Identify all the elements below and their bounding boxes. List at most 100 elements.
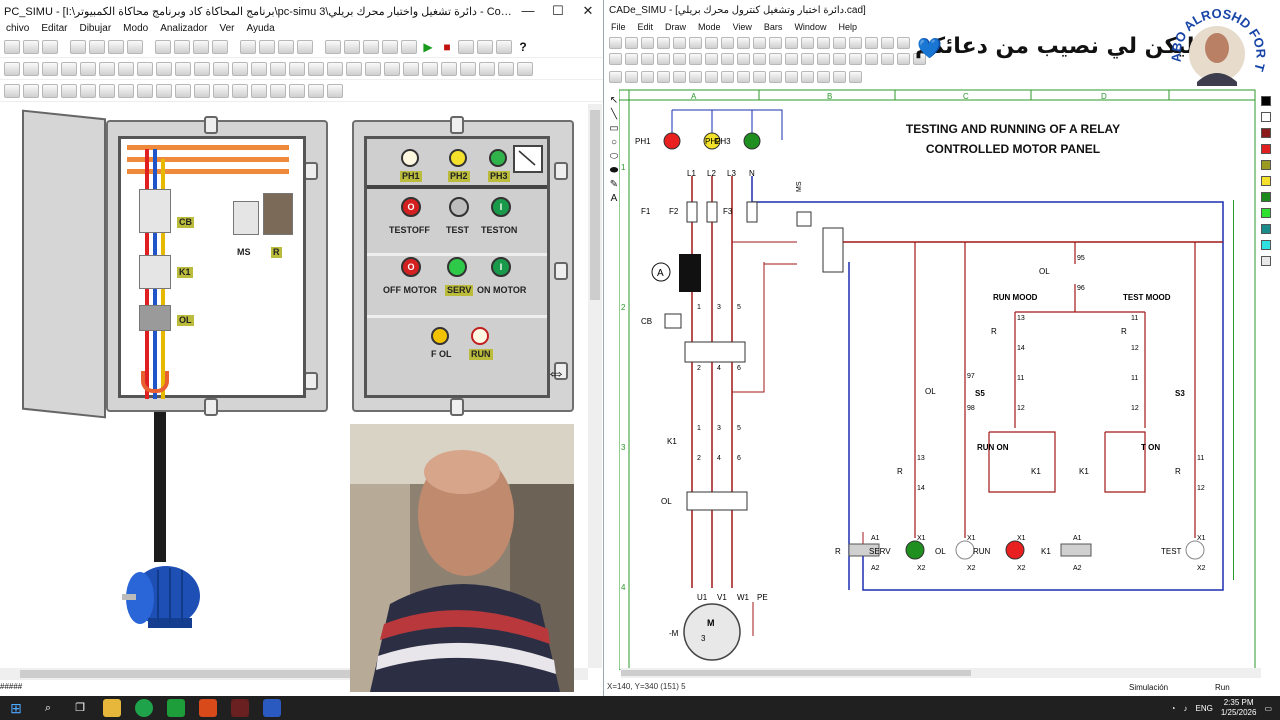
palette-swatch[interactable] [1261,224,1271,234]
minimize-button[interactable]: — [513,0,543,22]
simu-app-icon[interactable] [263,699,281,717]
off-motor-label: OFF MOTOR [383,285,437,295]
menu-draw[interactable]: Draw [659,20,692,34]
chrome-icon[interactable] [135,699,153,717]
file-explorer-icon[interactable] [103,699,121,717]
menu-file[interactable]: File [605,20,632,34]
menu-archivo[interactable]: chivo [0,22,35,36]
network-icon[interactable]: ◔ [1171,704,1176,713]
start-windows-icon[interactable]: ⊞ [7,699,25,717]
menu-dibujar[interactable]: Dibujar [73,22,117,36]
presenter-webcam [350,424,574,692]
palette-swatch[interactable] [1261,112,1271,122]
relay-r[interactable] [263,193,293,235]
left-titlebar[interactable]: PC_SIMU - [I:\برنامج المحاكاة كاد وبرنام… [0,0,603,22]
svg-text:A1: A1 [871,535,880,542]
link-icon[interactable] [401,39,417,54]
rotate-icon[interactable] [193,39,209,54]
shape-icon[interactable] [325,39,341,54]
testoff-button[interactable]: O [401,197,421,217]
test-selector[interactable] [449,197,469,217]
left-vertical-scrollbar[interactable] [588,104,602,668]
svg-text:F1: F1 [641,207,651,216]
save-icon[interactable] [42,39,58,54]
svg-text:RUN: RUN [973,547,991,556]
task-view-icon[interactable]: ❐ [71,699,89,717]
volume-icon[interactable]: ♪ [1184,704,1188,713]
palette-swatch[interactable] [1261,240,1271,250]
palette-swatch[interactable] [1261,208,1271,218]
motor-icon[interactable] [118,560,210,632]
right-horizontal-scrollbar[interactable] [621,668,1261,678]
svg-text:R: R [1121,327,1127,336]
svg-text:K1: K1 [1041,547,1051,556]
cabinet-lock-icon [450,398,464,416]
play-icon[interactable]: ▶ [420,40,436,54]
search-icon[interactable]: ⌕ [39,699,57,717]
help-icon[interactable]: ? [515,40,531,54]
grid-icon[interactable] [240,39,256,54]
svg-text:12: 12 [1131,345,1139,352]
menu-ver[interactable]: Ver [213,22,240,36]
menu-ayuda[interactable]: Ayuda [240,22,280,36]
menu-window[interactable]: Window [788,20,832,34]
new-file-icon[interactable] [4,39,20,54]
palette-swatch[interactable] [1261,96,1271,106]
camtasia-green-icon[interactable] [167,699,185,717]
language-indicator[interactable]: ENG [1196,704,1213,713]
overload-relay[interactable] [139,305,171,331]
svg-text:6: 6 [737,455,741,462]
paste-icon[interactable] [108,39,124,54]
palette-swatch[interactable] [1261,128,1271,138]
off-motor-button[interactable]: O [401,257,421,277]
menu-view[interactable]: View [727,20,758,34]
chart-icon[interactable] [477,39,493,54]
menu-edit[interactable]: Edit [632,20,660,34]
mirror-icon[interactable] [212,39,228,54]
schematic-diagram[interactable]: A B C D 1 2 3 4 TESTING AND RUNNING OF A… [619,88,1259,670]
pencil-icon[interactable] [278,39,294,54]
menu-bars[interactable]: Bars [758,20,789,34]
copy-icon[interactable] [89,39,105,54]
menu-help[interactable]: Help [832,20,863,34]
recorder-icon[interactable] [231,699,249,717]
shape4-icon[interactable] [382,39,398,54]
stop-icon[interactable]: ■ [439,40,455,54]
cade-simu-window: CADe_SIMU - [دائرة اختبار وتشغيل كنترول … [605,0,1280,696]
camtasia-orange-icon[interactable] [199,699,217,717]
close-button[interactable]: ✕ [573,0,603,22]
menu-editar[interactable]: Editar [35,22,73,36]
menu-analizador[interactable]: Analizador [154,22,213,36]
svg-text:3: 3 [717,425,721,432]
delete-icon[interactable] [127,39,143,54]
redo-icon[interactable] [174,39,190,54]
notification-icon[interactable]: ▭ [1264,704,1272,713]
shape3-icon[interactable] [363,39,379,54]
palette-swatch[interactable] [1261,144,1271,154]
flow-icon[interactable] [496,39,512,54]
miniature-switch-ms[interactable] [233,201,259,235]
palette-swatch[interactable] [1261,192,1271,202]
pc-simu-window: PC_SIMU - [I:\برنامج المحاكاة كاد وبرنام… [0,0,604,696]
svg-text:X2: X2 [1017,565,1026,572]
cabinet-lock-icon [204,398,218,416]
shape2-icon[interactable] [344,39,360,54]
motor-symbol [683,603,741,661]
zoom-icon[interactable] [259,39,275,54]
analyzer-icon[interactable] [458,39,474,54]
menu-modo[interactable]: Modo [117,22,154,36]
cut-icon[interactable] [70,39,86,54]
monitor-icon[interactable] [297,39,313,54]
circuit-breaker[interactable] [139,189,171,233]
contactor-k1[interactable] [139,255,171,289]
palette-swatch[interactable] [1261,256,1271,266]
on-motor-button[interactable]: I [491,257,511,277]
maximize-button[interactable]: ☐ [543,0,573,22]
teston-button[interactable]: I [491,197,511,217]
palette-swatch[interactable] [1261,176,1271,186]
menu-mode[interactable]: Mode [692,20,727,34]
clock[interactable]: 2:35 PM 1/25/2026 [1221,698,1257,718]
palette-swatch[interactable] [1261,160,1271,170]
open-file-icon[interactable] [23,39,39,54]
undo-icon[interactable] [155,39,171,54]
